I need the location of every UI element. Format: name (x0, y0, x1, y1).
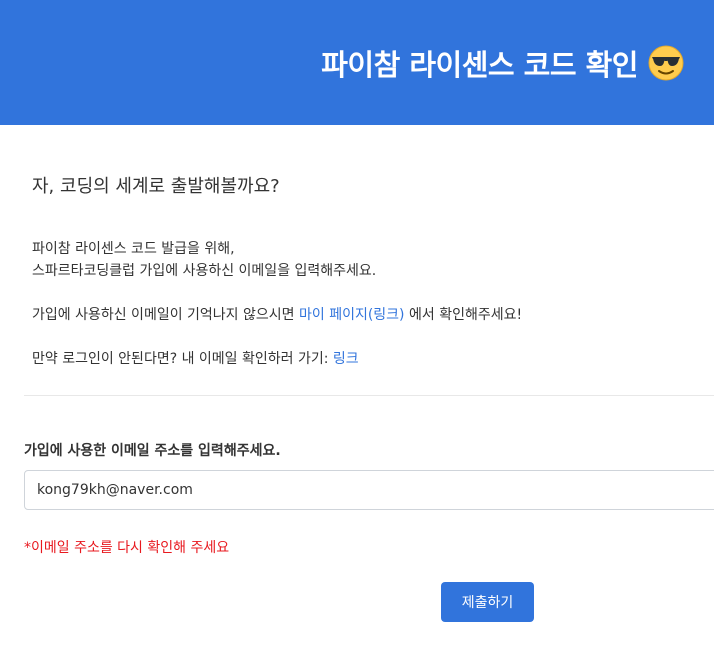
forgot-email-prefix: 가입에 사용하신 이메일이 기억나지 않으시면 (32, 307, 299, 323)
login-help-text: 만약 로그인이 안된다면? 내 이메일 확인하러 가기: 링크 (32, 348, 692, 370)
page-title: 파이참 라이센스 코드 확인 (321, 42, 684, 84)
sunglasses-emoji-icon (648, 45, 684, 81)
email-field-label: 가입에 사용한 이메일 주소를 입력해주세요. (24, 443, 281, 459)
intro-heading: 자, 코딩의 세계로 출발해볼까요? (32, 176, 280, 197)
intro-section: 자, 코딩의 세계로 출발해볼까요? 파이참 라이센스 코드 발급을 위해, 스… (32, 172, 692, 370)
header-banner: 파이참 라이센스 코드 확인 (0, 0, 714, 125)
section-divider (24, 395, 714, 396)
forgot-email-text: 가입에 사용하신 이메일이 기억나지 않으시면 마이 페이지(링크) 에서 확인… (32, 304, 692, 326)
intro-line-1: 파이참 라이센스 코드 발급을 위해, (32, 241, 235, 257)
check-email-link[interactable]: 링크 (333, 351, 359, 367)
email-field[interactable] (24, 470, 714, 510)
intro-line-2: 스파르타코딩클럽 가입에 사용하신 이메일을 입력해주세요. (32, 263, 377, 279)
login-help-prefix: 만약 로그인이 안된다면? 내 이메일 확인하러 가기: (32, 351, 333, 367)
submit-button[interactable]: 제출하기 (441, 582, 534, 622)
page-title-text: 파이참 라이센스 코드 확인 (321, 48, 638, 82)
my-page-link[interactable]: 마이 페이지(링크) (299, 307, 405, 323)
forgot-email-suffix: 에서 확인해주세요! (404, 307, 523, 323)
email-error-message: *이메일 주소를 다시 확인해 주세요 (24, 540, 230, 556)
